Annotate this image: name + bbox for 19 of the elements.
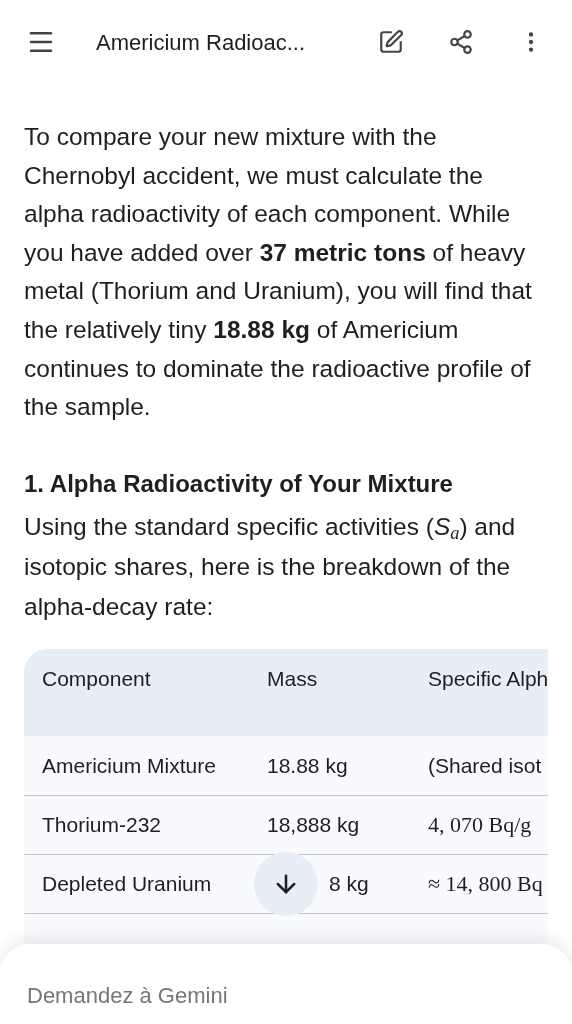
table-cell: 18.88 kg: [267, 753, 348, 777]
section-heading: 1. Alpha Radioactivity of Your Mixture: [24, 468, 454, 499]
column-header: Component: [41, 665, 152, 692]
share-icon[interactable]: [448, 29, 474, 55]
chat-title: Americium Radioac...: [96, 28, 306, 57]
table-cell: 4, 070 Bq/g: [428, 812, 532, 838]
table-cell: (Shared isot: [428, 753, 542, 777]
table-cell: Thorium-232: [42, 813, 162, 836]
table-cell: Americium Mixture: [42, 753, 216, 777]
column-header: Specific Alph: [427, 665, 548, 692]
table-cell: 18,888 kg: [267, 813, 360, 836]
table-cell: ≈ 14, 800 Bq: [428, 871, 543, 897]
response-paragraph: To compare your new mixture with the Chernobyl accident, we must calculate the alpha radioactivity of each component. While you have added over 37 metric tons of heavy metal (Thorium and Uranium), you will find that the relatively tiny 18.88 kg of Americium continues to dominate the radioactive profile of the sample.: [24, 122, 533, 423]
prompt-field[interactable]: Demandez à Gemini: [27, 979, 427, 1012]
column-header: Mass: [266, 665, 319, 692]
table-cell: Depleted Uranium: [42, 872, 212, 895]
section-paragraph: Using the standard specific activities (S$_{a}$) and isotopic shares, here is the breakdown of the alpha-decay rate:: [24, 511, 517, 622]
table-cell: 8 kg: [329, 872, 369, 895]
edit-icon[interactable]: [378, 29, 404, 55]
